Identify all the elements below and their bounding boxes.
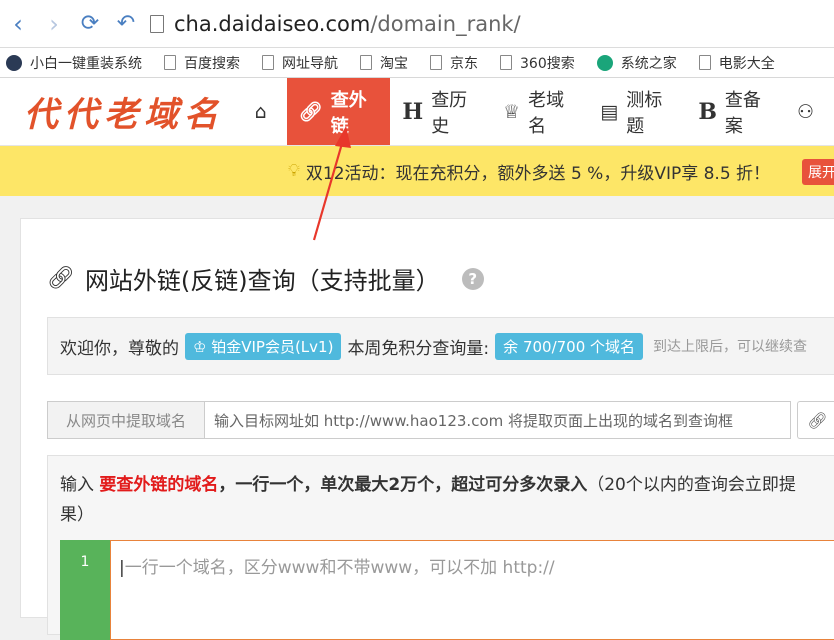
page-icon <box>500 55 512 70</box>
h-letter-icon: H <box>402 98 424 125</box>
nav-icp[interactable]: B 查备案 <box>686 78 785 145</box>
extract-domains-row: 从网页中提取域名 输入目标网址如 http://www.hao123.com 将… <box>47 401 834 439</box>
page-icon <box>698 55 711 70</box>
bookmark-label: 电影大全 <box>718 55 775 72</box>
extract-label: 从网页中提取域名 <box>47 401 205 439</box>
bookmark-item[interactable]: 小白一键重装系统 <box>6 53 142 73</box>
link-icon: 🔗︎ <box>47 266 75 291</box>
page-icon <box>164 55 176 70</box>
b-letter-icon: B <box>698 98 717 125</box>
bookmark-label: 小白一键重装系统 <box>30 55 142 72</box>
notice-text: 双12活动：现在充积分，额外多送 5 %，升级VIP享 8.5 折！ <box>305 163 771 184</box>
quota-badge: 余 700/700 个域名 <box>495 332 644 360</box>
page-icon <box>430 55 442 70</box>
bookmark-item[interactable]: 360搜索 <box>500 53 575 73</box>
document-icon: ▤ <box>600 100 619 123</box>
nav-title-test[interactable]: ▤ 测标题 <box>588 78 686 145</box>
bookmark-label: 百度搜索 <box>184 55 240 72</box>
bookmark-item[interactable]: 京东 <box>430 53 478 73</box>
users-icon: ⚇ <box>796 100 815 123</box>
bookmark-label: 系统之家 <box>620 55 677 72</box>
quota-hint: 到达上限后，可以继续查 <box>653 339 808 355</box>
line-number: 1 <box>60 540 110 640</box>
site-logo[interactable]: 代代老域名 <box>0 78 243 145</box>
back-icon[interactable]: ‹ <box>0 6 36 42</box>
nav-backlinks[interactable]: 🔗︎ 查外链 <box>286 78 391 145</box>
bookmarks-bar: 小白一键重装系统 百度搜索 网址导航 淘宝 京东 360搜索 系统之家 电影大全 <box>0 48 834 78</box>
browser-address-bar: ‹ › ⟳ ↶ cha.daidaiseo.com/domain_rank/ <box>0 0 834 48</box>
home-icon: ⌂ <box>254 100 267 123</box>
extract-link-button[interactable]: 🔗︎ <box>797 401 834 439</box>
xiaobai-logo-icon <box>6 54 22 71</box>
bookmark-item[interactable]: 网址导航 <box>262 53 338 73</box>
bookmark-item[interactable]: 百度搜索 <box>164 53 240 73</box>
nav-home[interactable]: ⌂ <box>243 78 287 145</box>
vip-badge[interactable]: ♔ 铂金VIP会员(Lv1) <box>185 332 342 360</box>
nav-history[interactable]: H 查历史 <box>390 78 491 145</box>
link-icon: 🔗︎ <box>298 101 323 123</box>
xitong-logo-icon <box>596 54 613 71</box>
promo-notice: 💡︎ 双12活动：现在充积分，额外多送 5 %，升级VIP享 8.5 折！ 展开 <box>0 146 834 196</box>
domain-textarea[interactable]: |一行一个域名，区分www和不带www，可以不加 http:// <box>110 540 834 640</box>
bookmark-label: 网址导航 <box>282 55 338 72</box>
expand-button[interactable]: 展开 <box>802 159 834 185</box>
trophy-icon: ♕ <box>503 100 521 123</box>
page-icon <box>150 14 164 33</box>
page-title: 🔗︎ 网站外链(反链)查询（支持批量） ? <box>47 261 484 296</box>
welcome-bar: 欢迎你，尊敬的 ♔ 铂金VIP会员(Lv1) 本周免积分查询量: 余 700/7… <box>47 317 834 375</box>
nav-users[interactable]: ⚇ <box>785 78 834 145</box>
page-icon <box>262 55 274 70</box>
main-card: 🔗︎ 网站外链(反链)查询（支持批量） ? 欢迎你，尊敬的 ♔ 铂金VIP会员(… <box>20 218 834 640</box>
forward-icon[interactable]: › <box>36 6 72 42</box>
nav-old-domains[interactable]: ♕ 老域名 <box>491 78 588 145</box>
bookmark-item[interactable]: 系统之家 <box>596 53 677 73</box>
extract-url-input[interactable]: 输入目标网址如 http://www.hao123.com 将提取页面上出现的域… <box>205 401 791 439</box>
link-icon: 🔗︎ <box>807 410 828 430</box>
bookmark-item[interactable]: 电影大全 <box>698 53 775 73</box>
domain-editor: 1 |一行一个域名，区分www和不带www，可以不加 http:// <box>60 540 834 640</box>
site-header: 代代老域名 ⌂ 🔗︎ 查外链 H 查历史 ♕ 老域名 ▤ 测标题 B 查备案 ⚇ <box>0 78 834 146</box>
instructions: 输入 要查外链的域名，一行一个，单次最大2万个，超过可分多次录入（20个以内的查… <box>60 475 796 525</box>
url-field[interactable]: cha.daidaiseo.com/domain_rank/ <box>150 7 834 41</box>
bookmark-label: 淘宝 <box>380 55 408 72</box>
bookmark-label: 京东 <box>450 55 478 72</box>
undo-icon[interactable]: ↶ <box>108 6 144 42</box>
bookmark-label: 360搜索 <box>520 55 575 72</box>
refresh-icon[interactable]: ⟳ <box>72 6 108 42</box>
url-text: cha.daidaiseo.com/domain_rank/ <box>174 11 521 36</box>
page-icon <box>360 55 372 70</box>
bookmark-item[interactable]: 淘宝 <box>360 53 408 73</box>
domain-input-panel: 输入 要查外链的域名，一行一个，单次最大2万个，超过可分多次录入（20个以内的查… <box>47 455 834 640</box>
help-icon[interactable]: ? <box>461 267 484 290</box>
bulb-icon: 💡︎ <box>288 161 300 181</box>
